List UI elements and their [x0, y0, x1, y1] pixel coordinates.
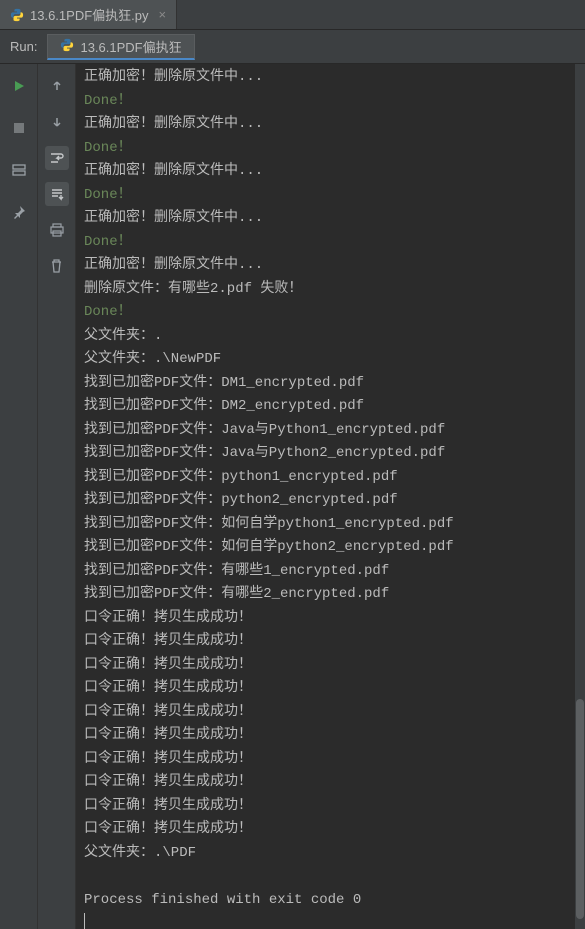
- scrollbar-thumb[interactable]: [576, 699, 584, 919]
- console-line: 找到已加密PDF文件：DM1_encrypted.pdf: [84, 372, 577, 396]
- console-line: 删除原文件：有哪些2.pdf 失败！: [84, 278, 577, 302]
- console-line: 找到已加密PDF文件：Java与Python1_encrypted.pdf: [84, 419, 577, 443]
- console-line: 口令正确！拷贝生成成功！: [84, 701, 577, 725]
- console-line: [84, 865, 577, 889]
- console-line: 口令正确！拷贝生成成功！: [84, 771, 577, 795]
- console-line: 找到已加密PDF文件：如何自学python2_encrypted.pdf: [84, 536, 577, 560]
- python-file-icon: [10, 8, 24, 22]
- console-line: 父文件夹：.\PDF: [84, 842, 577, 866]
- console-line: 口令正确！拷贝生成成功！: [84, 818, 577, 842]
- scroll-to-end-button[interactable]: [45, 182, 69, 206]
- console-line: 正确加密！删除原文件中...: [84, 66, 577, 90]
- down-button[interactable]: [45, 110, 69, 134]
- print-button[interactable]: [45, 218, 69, 242]
- console-output[interactable]: 正确加密！删除原文件中...Done！正确加密！删除原文件中...Done！正确…: [76, 64, 585, 929]
- run-toolwindow-header: Run: 13.6.1PDF偏执狂: [0, 30, 585, 64]
- console-line: 找到已加密PDF文件：Java与Python2_encrypted.pdf: [84, 442, 577, 466]
- rerun-button[interactable]: [7, 74, 31, 98]
- console-line: Done！: [84, 301, 577, 325]
- editor-tab-bar: 13.6.1PDF偏执狂.py ×: [0, 0, 585, 30]
- run-configuration-tab[interactable]: 13.6.1PDF偏执狂: [47, 34, 194, 60]
- layout-button[interactable]: [7, 158, 31, 182]
- console-line: 口令正确！拷贝生成成功！: [84, 748, 577, 772]
- console-line: Process finished with exit code 0: [84, 889, 577, 913]
- editor-tab[interactable]: 13.6.1PDF偏执狂.py ×: [0, 0, 177, 29]
- soft-wrap-button[interactable]: [45, 146, 69, 170]
- console-line: 正确加密！删除原文件中...: [84, 207, 577, 231]
- editor-tab-label: 13.6.1PDF偏执狂.py: [30, 5, 149, 24]
- clear-all-button[interactable]: [45, 254, 69, 278]
- run-toolwindow-body: 正确加密！删除原文件中...Done！正确加密！删除原文件中...Done！正确…: [0, 64, 585, 929]
- run-actions-gutter-right: [38, 64, 76, 929]
- scrollbar[interactable]: [575, 64, 585, 929]
- python-file-icon: [60, 38, 74, 55]
- console-line: 找到已加密PDF文件：有哪些2_encrypted.pdf: [84, 583, 577, 607]
- close-icon[interactable]: ×: [155, 7, 167, 22]
- console-line: Done！: [84, 184, 577, 208]
- console-line: 口令正确！拷贝生成成功！: [84, 654, 577, 678]
- console-line: 找到已加密PDF文件：python2_encrypted.pdf: [84, 489, 577, 513]
- console-line: 正确加密！删除原文件中...: [84, 160, 577, 184]
- run-configuration-label: 13.6.1PDF偏执狂: [80, 37, 181, 56]
- run-label: Run:: [0, 39, 47, 54]
- stop-button[interactable]: [7, 116, 31, 140]
- console-line: 正确加密！删除原文件中...: [84, 254, 577, 278]
- console-line: 口令正确！拷贝生成成功！: [84, 795, 577, 819]
- run-actions-gutter-left: [0, 64, 38, 929]
- pin-button[interactable]: [7, 200, 31, 224]
- console-line: 正确加密！删除原文件中...: [84, 113, 577, 137]
- console-line: 找到已加密PDF文件：有哪些1_encrypted.pdf: [84, 560, 577, 584]
- console-line: 父文件夹：.: [84, 325, 577, 349]
- console-line: 口令正确！拷贝生成成功！: [84, 724, 577, 748]
- console-line: 找到已加密PDF文件：python1_encrypted.pdf: [84, 466, 577, 490]
- console-line: Done！: [84, 137, 577, 161]
- console-line: 找到已加密PDF文件：如何自学python1_encrypted.pdf: [84, 513, 577, 537]
- console-line: 口令正确！拷贝生成成功！: [84, 630, 577, 654]
- console-line: 找到已加密PDF文件：DM2_encrypted.pdf: [84, 395, 577, 419]
- console-line: Done！: [84, 231, 577, 255]
- console-line: 口令正确！拷贝生成成功！: [84, 677, 577, 701]
- console-cursor-line: [84, 912, 577, 929]
- console-line: 口令正确！拷贝生成成功！: [84, 607, 577, 631]
- up-button[interactable]: [45, 74, 69, 98]
- console-line: 父文件夹：.\NewPDF: [84, 348, 577, 372]
- console-line: Done！: [84, 90, 577, 114]
